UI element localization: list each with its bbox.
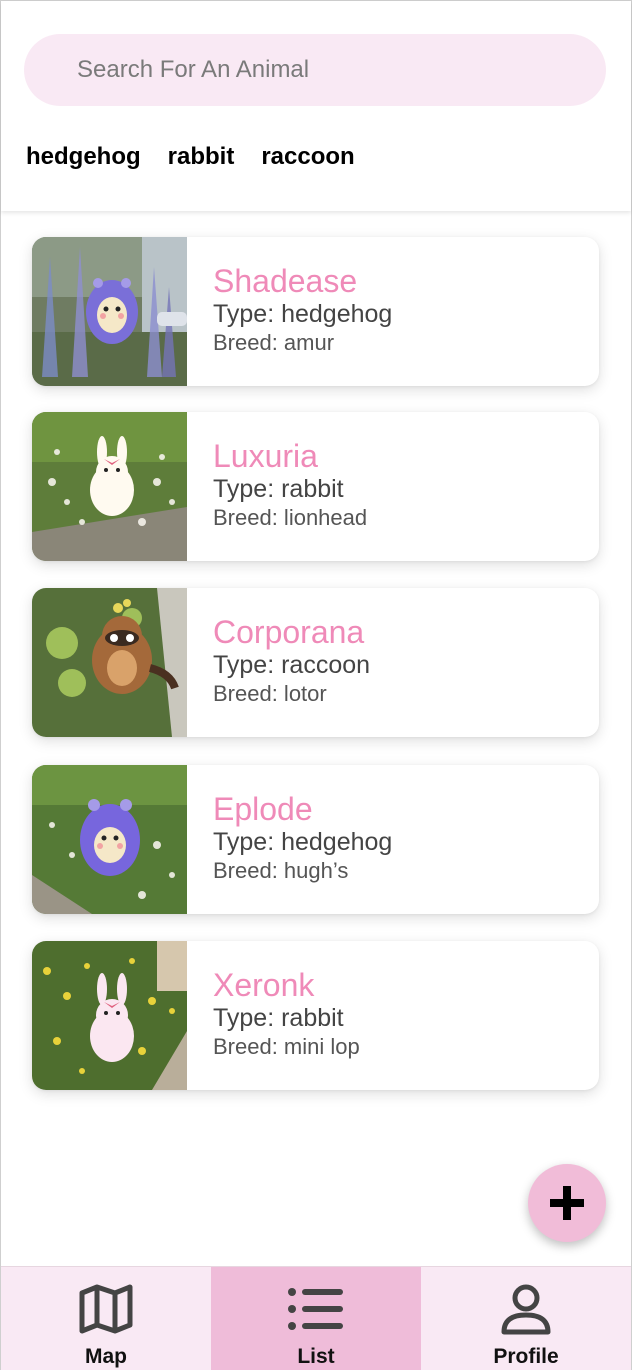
animal-breed: Breed: mini lop <box>213 1034 360 1059</box>
animal-name: Eplode <box>213 791 313 827</box>
animal-name: Luxuria <box>213 438 318 474</box>
animal-card[interactable]: Shadease Type: hedgehog Breed: amur <box>32 237 599 386</box>
animal-info: Eplode Type: hedgehog Breed: hugh’s <box>213 791 392 885</box>
animal-card[interactable]: Luxuria Type: rabbit Breed: lionhead <box>32 412 599 561</box>
nav-list-label: List <box>297 1345 335 1368</box>
list-icon <box>288 1283 344 1335</box>
animal-name: Xeronk <box>213 967 315 1003</box>
animal-info: Shadease Type: hedgehog Breed: amur <box>213 263 392 357</box>
animal-type: Type: hedgehog <box>213 300 393 328</box>
animal-photo <box>32 237 187 386</box>
filter-raccoon[interactable]: raccoon <box>261 143 354 171</box>
animal-breed: Breed: lotor <box>213 681 327 706</box>
animal-photo <box>32 412 187 561</box>
plus-icon <box>550 1186 584 1220</box>
filter-hedgehog[interactable]: hedgehog <box>26 143 141 171</box>
animal-breed: Breed: lionhead <box>213 505 368 530</box>
animal-type: Type: rabbit <box>213 1004 344 1032</box>
animal-type: Type: raccoon <box>213 651 371 679</box>
nav-list[interactable]: List <box>211 1267 421 1370</box>
nav-profile-label: Profile <box>493 1345 559 1368</box>
map-icon <box>79 1283 133 1335</box>
animal-name: Shadease <box>213 263 358 299</box>
add-animal-button[interactable] <box>528 1164 606 1242</box>
animal-type: Type: hedgehog <box>213 828 393 856</box>
animal-photo <box>32 588 187 737</box>
filter-bar: hedgehog rabbit raccoon <box>26 143 355 171</box>
profile-icon <box>500 1283 552 1335</box>
app-screen: hedgehog rabbit raccoon <box>0 0 632 1370</box>
bottom-nav: Map List Profile <box>1 1266 631 1370</box>
header: hedgehog rabbit raccoon <box>1 1 631 211</box>
filter-rabbit[interactable]: rabbit <box>168 143 235 171</box>
search-input[interactable] <box>24 34 606 106</box>
animal-info: Xeronk Type: rabbit Breed: mini lop <box>213 967 360 1061</box>
animal-name: Corporana <box>213 614 365 650</box>
animal-photo <box>32 941 187 1090</box>
animal-info: Luxuria Type: rabbit Breed: lionhead <box>213 438 367 532</box>
animal-card[interactable]: Eplode Type: hedgehog Breed: hugh’s <box>32 765 599 914</box>
animal-card[interactable]: Corporana Type: raccoon Breed: lotor <box>32 588 599 737</box>
animal-breed: Breed: hugh’s <box>213 858 349 883</box>
animal-card[interactable]: Xeronk Type: rabbit Breed: mini lop <box>32 941 599 1090</box>
animal-info: Corporana Type: raccoon Breed: lotor <box>213 614 370 708</box>
animal-photo <box>32 765 187 914</box>
animal-breed: Breed: amur <box>213 330 335 355</box>
animal-type: Type: rabbit <box>213 475 344 503</box>
nav-map-label: Map <box>85 1345 127 1368</box>
nav-map[interactable]: Map <box>1 1267 211 1370</box>
nav-profile[interactable]: Profile <box>421 1267 631 1370</box>
